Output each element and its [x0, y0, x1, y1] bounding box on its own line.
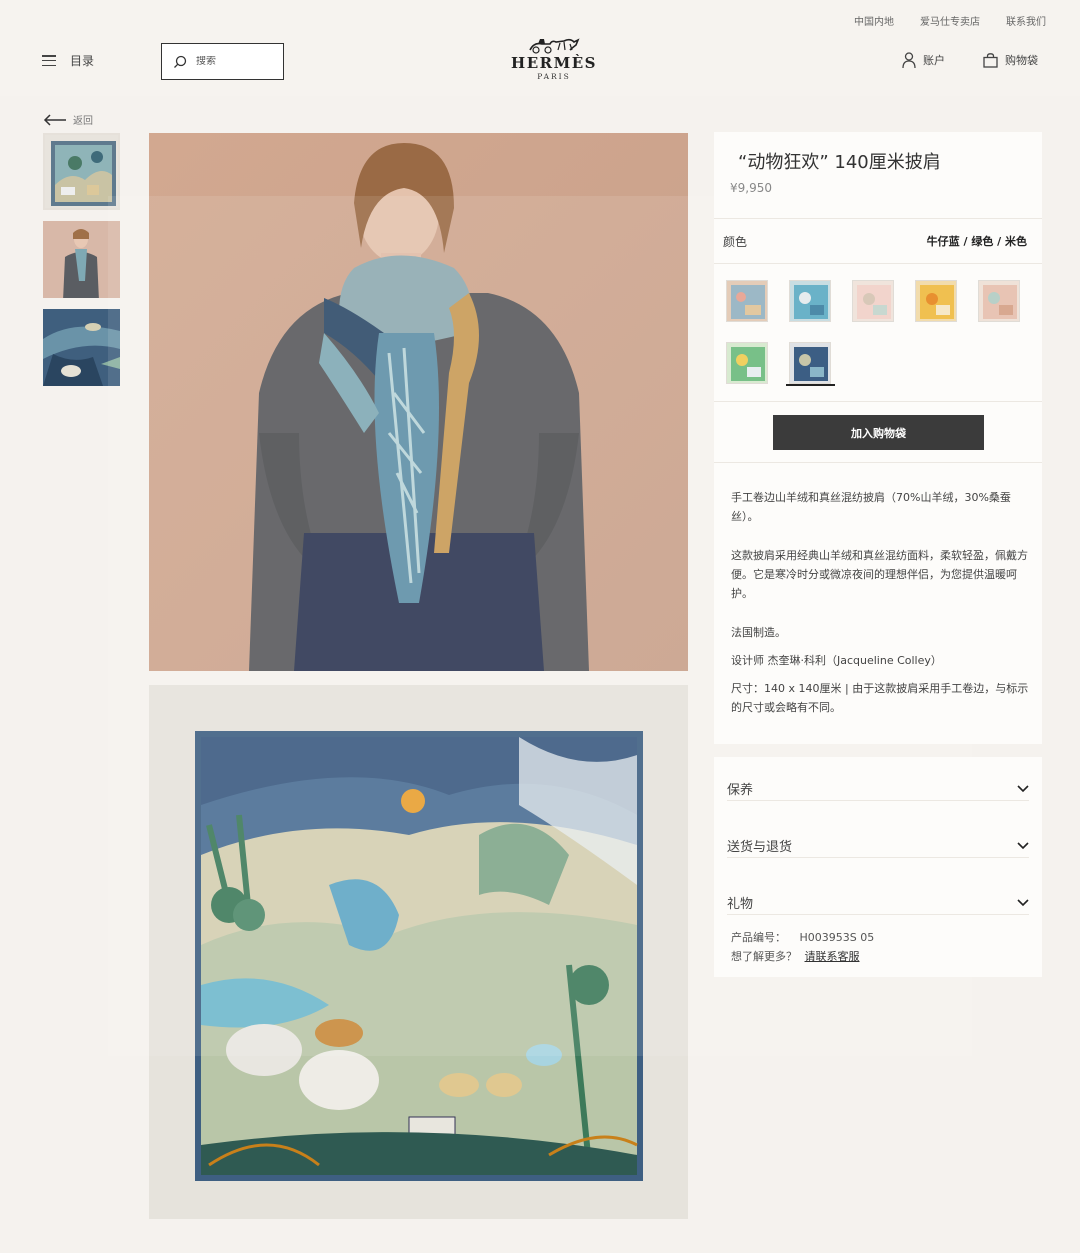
- shopping-bag-icon: [983, 52, 998, 68]
- search-input[interactable]: [196, 56, 266, 67]
- account-button[interactable]: 账户: [902, 52, 945, 68]
- color-swatch-selected[interactable]: [789, 342, 831, 384]
- thumbnail-model[interactable]: [43, 221, 120, 298]
- user-icon: [902, 52, 916, 68]
- more-info-label: 想了解更多？: [731, 950, 797, 963]
- main-image-scarf[interactable]: [149, 685, 688, 1219]
- divider: [714, 401, 1042, 402]
- contact-service-link[interactable]: 请联系客服: [805, 950, 860, 963]
- thumbnail-scarf-flat[interactable]: [43, 133, 120, 210]
- menu-label: 目录: [70, 54, 95, 68]
- color-swatch[interactable]: [789, 280, 831, 322]
- brand-logo[interactable]: HERMÈS PARIS: [490, 36, 618, 81]
- divider: [714, 218, 1042, 219]
- shopping-bag-button[interactable]: 购物袋: [983, 52, 1038, 68]
- color-swatch[interactable]: [726, 280, 768, 322]
- top-link-contact[interactable]: 联系我们: [1006, 13, 1046, 28]
- product-code-label: 产品编号：: [731, 931, 786, 944]
- divider: [714, 462, 1042, 463]
- color-value: 牛仔蓝 / 绿色 / 米色: [926, 235, 1027, 248]
- accordion-label: 礼物: [727, 897, 754, 912]
- add-to-bag-button[interactable]: 加入购物袋: [773, 415, 984, 450]
- accordion-label: 送货与退货: [727, 840, 793, 855]
- logo-subtitle: PARIS: [537, 72, 571, 81]
- top-links: 中国内地 爱马仕专卖店 联系我们: [854, 13, 1046, 28]
- menu-button[interactable]: 目录: [42, 52, 94, 69]
- description-origin: 法国制造。: [731, 626, 786, 639]
- color-row: 颜色 牛仔蓝 / 绿色 / 米色: [723, 233, 1027, 250]
- thumbnail-list: [43, 133, 120, 397]
- description-body: 这款披肩采用经典山羊绒和真丝混纺面料，柔软轻盈，佩戴方便。它是寒冷时分或微凉夜间…: [731, 549, 1028, 600]
- search-icon: [174, 55, 187, 68]
- search-box[interactable]: [161, 43, 284, 80]
- top-link-region[interactable]: 中国内地: [854, 13, 894, 28]
- color-swatch[interactable]: [978, 280, 1020, 322]
- accordion-care[interactable]: 保养: [727, 779, 1029, 798]
- accordion-label: 保养: [727, 783, 754, 798]
- main-image-model[interactable]: [149, 133, 688, 671]
- thumbnail-detail[interactable]: [43, 309, 120, 386]
- info-accordion-panel: 保养 送货与退货 礼物 产品编号： H003953S 05 想了解更多？ 请联系…: [714, 757, 1042, 977]
- accordion-gift[interactable]: 礼物: [727, 893, 1029, 912]
- divider: [727, 857, 1029, 858]
- product-title: “动物狂欢” 140厘米披肩: [738, 152, 941, 173]
- selected-swatch-indicator: [786, 384, 835, 386]
- product-code-row: 产品编号： H003953S 05: [731, 929, 874, 945]
- product-code: H003953S 05: [799, 931, 875, 944]
- description-size: 尺寸：140 x 140厘米 | 由于这款披肩采用手工卷边，与标示的尺寸或会略有…: [731, 682, 1029, 714]
- product-price: ¥9,950: [730, 181, 772, 195]
- chevron-down-icon: [1017, 784, 1029, 792]
- site-header: 中国内地 爱马仕专卖店 联系我们 目录 HERMÈS PARIS 账户: [0, 0, 1080, 96]
- color-swatch[interactable]: [915, 280, 957, 322]
- product-panel: “动物狂欢” 140厘米披肩 ¥9,950 颜色 牛仔蓝 / 绿色 / 米色 加…: [714, 132, 1042, 744]
- accordion-shipping[interactable]: 送货与退货: [727, 836, 1029, 855]
- color-swatch[interactable]: [726, 342, 768, 384]
- account-label: 账户: [923, 54, 945, 67]
- description-designer: 设计师 杰奎琳·科利（Jacqueline Colley）: [731, 654, 942, 667]
- top-link-stores[interactable]: 爱马仕专卖店: [920, 13, 980, 28]
- divider: [727, 800, 1029, 801]
- arrow-left-icon: [43, 113, 66, 126]
- description-material: 手工卷边山羊绒和真丝混纺披肩（70%山羊绒，30%桑蚕丝）。: [731, 491, 1011, 523]
- color-label: 颜色: [723, 235, 748, 249]
- chevron-down-icon: [1017, 841, 1029, 849]
- bag-label: 购物袋: [1005, 54, 1038, 67]
- color-swatch[interactable]: [852, 280, 894, 322]
- back-link[interactable]: 返回: [43, 112, 93, 127]
- back-label: 返回: [73, 116, 93, 127]
- divider: [714, 263, 1042, 264]
- contact-row: 想了解更多？ 请联系客服: [731, 948, 860, 964]
- logo-wordmark: HERMÈS: [511, 54, 597, 72]
- chevron-down-icon: [1017, 898, 1029, 906]
- carriage-logo-icon: [529, 38, 580, 54]
- divider: [727, 914, 1029, 915]
- hamburger-icon: [42, 55, 56, 66]
